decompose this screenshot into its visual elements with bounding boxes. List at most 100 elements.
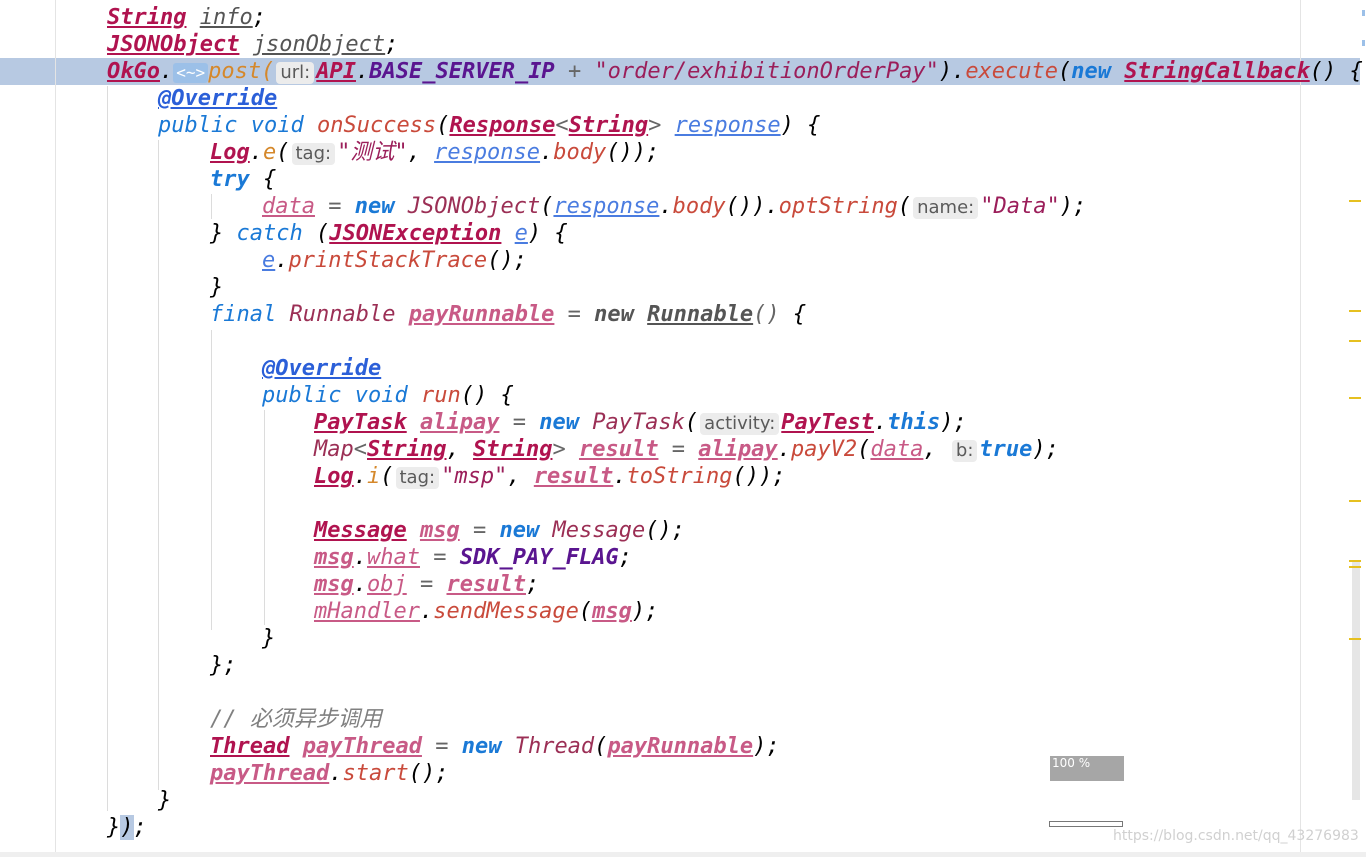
warning-stripe-marker[interactable]: [1349, 340, 1361, 342]
parameter-token: response: [674, 113, 781, 138]
code-line[interactable]: final Runnable payRunnable = new Runnabl…: [210, 301, 806, 328]
warning-stripe-marker[interactable]: [1349, 310, 1361, 312]
variable-token: msg: [314, 545, 354, 570]
code-line[interactable]: };: [210, 652, 237, 679]
code-line[interactable]: public void onSuccess(Response<String> r…: [158, 112, 820, 139]
string-literal: "order/exhibitionOrderPay": [594, 59, 939, 84]
type-token: Map: [314, 437, 354, 462]
parameter-hint: b:: [951, 440, 978, 462]
annotation-token: @Override: [262, 356, 382, 381]
code-line[interactable]: });: [107, 814, 147, 841]
type-token: String: [568, 113, 649, 138]
field-token: mHandler: [314, 599, 420, 624]
warning-stripe-marker[interactable]: [1349, 500, 1361, 502]
code-line[interactable]: mHandler.sendMessage(msg);: [314, 598, 658, 625]
code-line[interactable]: e.printStackTrace();: [262, 247, 527, 274]
gutter-divider: [55, 0, 56, 857]
keyword-token: void: [250, 113, 304, 138]
method-token: payV2: [790, 437, 858, 462]
type-token: JSONException: [329, 221, 502, 246]
right-margin-guide: [1300, 0, 1301, 857]
code-line[interactable]: payThread.start();: [210, 760, 448, 787]
keyword-token: new: [594, 302, 634, 327]
warning-stripe-marker[interactable]: [1349, 397, 1361, 399]
warning-stripe-marker[interactable]: [1349, 560, 1361, 562]
code-line[interactable]: Log.e(tag: "测试", response.body());: [210, 139, 659, 166]
method-token: printStackTrace: [288, 248, 488, 273]
parameter-hint: activity:: [700, 413, 780, 435]
code-line[interactable]: } catch (JSONException e) {: [210, 220, 568, 247]
matched-bracket: ): [120, 815, 134, 840]
scrollbar-thumb[interactable]: [1352, 560, 1360, 800]
parameter-token: response: [434, 140, 541, 165]
field-token: obj: [367, 572, 407, 597]
field-token: what: [367, 545, 420, 570]
code-line[interactable]: OkGo. <~> post(url: API.BASE_SERVER_IP + "o…: [107, 58, 1363, 85]
parameter-token: e: [262, 248, 276, 273]
type-token: String: [367, 437, 447, 462]
code-line[interactable]: JSONObject jsonObject;: [107, 31, 398, 58]
variable-token: msg: [314, 572, 354, 597]
parameter-hint: url:: [276, 62, 315, 84]
code-line[interactable]: }: [210, 274, 223, 301]
indent-guide: [211, 330, 212, 630]
code-line[interactable]: msg.what = SDK_PAY_FLAG;: [314, 544, 632, 571]
variable-token: payRunnable: [607, 734, 754, 759]
method-token: post: [208, 59, 262, 84]
variable-token: payRunnable: [408, 302, 555, 327]
field-token: data: [870, 437, 924, 462]
code-comment: // 必须异步调用: [210, 707, 382, 732]
variable-token: payThread: [210, 761, 330, 786]
code-line[interactable]: @Override: [158, 85, 277, 112]
type-token: StringCallback: [1124, 59, 1310, 84]
keyword-token: void: [354, 383, 408, 408]
folded-generic-badge[interactable]: <~>: [173, 63, 209, 83]
code-line[interactable]: @Override: [262, 355, 381, 382]
code-line[interactable]: try {: [210, 166, 276, 193]
code-line[interactable]: Map<String, String> result = alipay.payV…: [314, 436, 1059, 463]
method-token: body: [672, 194, 726, 219]
zoom-progress-bar: [1049, 821, 1123, 827]
code-line[interactable]: // 必须异步调用: [210, 706, 382, 733]
code-line[interactable]: }: [158, 787, 171, 814]
code-line[interactable]: Log.i(tag: "msp", result.toString());: [314, 463, 786, 490]
code-line[interactable]: Message msg = new Message();: [314, 517, 685, 544]
code-editor[interactable]: String info; JSONObject jsonObject; OkGo…: [0, 0, 1366, 857]
code-line[interactable]: msg.obj = result;: [314, 571, 539, 598]
method-token: toString: [626, 464, 733, 489]
type-token: Runnable: [647, 302, 754, 327]
indent-guide: [211, 194, 212, 219]
parameter-token: response: [553, 194, 660, 219]
type-token: OkGo: [107, 59, 160, 84]
indent-guide: [107, 86, 108, 811]
code-line[interactable]: }: [262, 625, 275, 652]
type-token: PayTask: [592, 410, 685, 435]
code-line[interactable]: String info;: [107, 4, 266, 31]
warning-stripe-marker[interactable]: [1349, 200, 1361, 202]
type-token: String: [472, 437, 553, 462]
type-token: Response: [449, 113, 556, 138]
constant-token: SDK_PAY_FLAG: [459, 545, 619, 570]
type-token: Log: [314, 464, 354, 489]
warning-stripe-marker[interactable]: [1349, 566, 1361, 568]
type-token: Log: [210, 140, 250, 165]
method-token: e: [263, 140, 277, 165]
keyword-token: true: [979, 437, 1033, 462]
code-line[interactable]: public void run() {: [262, 382, 514, 409]
variable-token: alipay: [419, 410, 500, 435]
variable-token: result: [446, 572, 526, 597]
keyword-token: try: [210, 167, 250, 192]
annotation-token: @Override: [158, 86, 278, 111]
method-token: body: [553, 140, 607, 165]
type-token: Message: [552, 518, 646, 543]
variable-token: msg: [419, 518, 460, 543]
error-stripe-marker[interactable]: [1362, 10, 1365, 16]
variable-token: result: [533, 464, 614, 489]
string-literal: "msp": [441, 464, 508, 489]
code-line[interactable]: data = new JSONObject(response.body()).o…: [262, 193, 1086, 220]
code-line[interactable]: PayTask alipay = new PayTask(activity: Pa…: [314, 409, 967, 436]
warning-stripe-marker[interactable]: [1349, 638, 1361, 640]
keyword-token: final: [210, 302, 277, 327]
code-line[interactable]: Thread payThread = new Thread(payRunnabl…: [210, 733, 780, 760]
error-stripe-marker[interactable]: [1362, 40, 1365, 46]
